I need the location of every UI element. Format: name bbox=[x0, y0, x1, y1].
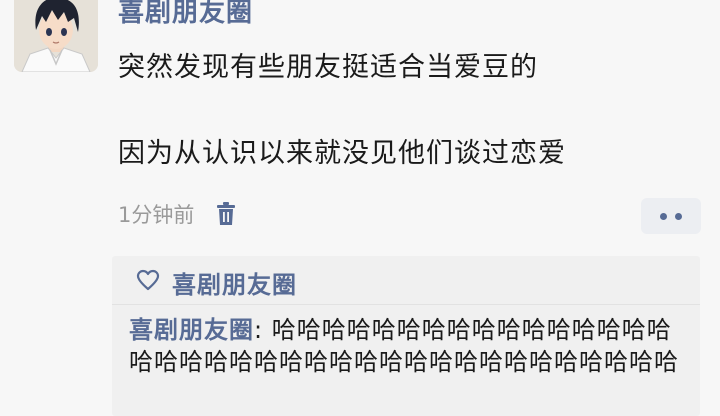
post-line: 因为从认识以来就没见他们谈过恋爱 bbox=[118, 138, 566, 169]
avatar[interactable] bbox=[14, 0, 98, 72]
post-time: 1分钟前 bbox=[118, 203, 195, 227]
post-line: 突然发现有些朋友挺适合当爱豆的 bbox=[118, 52, 538, 83]
divider bbox=[112, 304, 700, 305]
more-dots-icon bbox=[675, 212, 682, 220]
heart-outline-icon bbox=[136, 269, 160, 295]
post-content: 突然发现有些朋友挺适合当爱豆的 因为从认识以来就没见他们谈过恋爱 bbox=[118, 46, 698, 175]
likes-row: 喜剧朋友圈 bbox=[136, 262, 297, 302]
like-user-name[interactable]: 喜剧朋友圈 bbox=[172, 265, 297, 300]
post-meta: 1分钟前 bbox=[118, 199, 238, 229]
trash-icon[interactable] bbox=[214, 201, 238, 227]
interaction-panel: 喜剧朋友圈 喜剧朋友圈: 哈哈哈哈哈哈哈哈哈哈哈哈哈哈哈哈哈哈哈哈哈哈哈哈哈哈哈… bbox=[112, 256, 700, 416]
post-author[interactable]: 喜剧朋友圈 bbox=[118, 0, 253, 29]
more-button[interactable] bbox=[641, 198, 701, 234]
comment-author[interactable]: 喜剧朋友圈 bbox=[129, 316, 254, 344]
post-line-blank bbox=[118, 89, 698, 132]
comment-separator: : bbox=[254, 316, 272, 344]
comment-item[interactable]: 喜剧朋友圈: 哈哈哈哈哈哈哈哈哈哈哈哈哈哈哈哈哈哈哈哈哈哈哈哈哈哈哈哈哈哈哈哈哈… bbox=[129, 314, 689, 378]
more-dots-icon bbox=[660, 212, 667, 220]
